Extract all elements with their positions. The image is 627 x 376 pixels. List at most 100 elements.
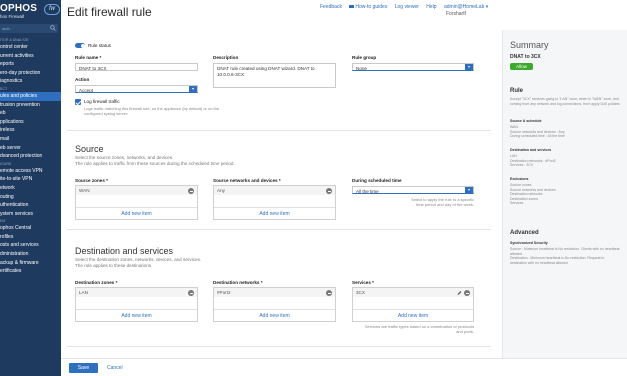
how-to-guides-link[interactable]: How-to guides xyxy=(355,4,387,10)
description-textarea[interactable]: DNAT rule created using DNAT wizard. DNA… xyxy=(213,63,336,88)
section-divider xyxy=(67,229,491,230)
sidebar-nav: ITOR & ANALYZE ontrol center urrent acti… xyxy=(0,37,61,276)
sidebar-item-control-center[interactable]: ontrol center xyxy=(0,43,61,52)
sidebar-item-authentication[interactable]: uthentication xyxy=(0,201,61,210)
source-desc-2: The rule applies to traffic from these s… xyxy=(75,161,235,166)
sidebar-item-wireless[interactable]: ireless xyxy=(0,126,61,135)
sidebar-item-sophos-central[interactable]: ophos Central xyxy=(0,224,61,233)
search-placeholder: arch xyxy=(2,26,10,31)
action-label: Action xyxy=(75,77,90,82)
log-traffic-checkbox[interactable] xyxy=(75,99,81,105)
destination-zones-list: LAN Add new item xyxy=(75,287,198,322)
sidebar-item-zero-day-protection[interactable]: ero-day protection xyxy=(0,69,61,78)
search-icon xyxy=(50,25,56,31)
top-links: Feedback How-to guides Log viewer Help a… xyxy=(320,4,494,12)
destination-network-value: #Port2 xyxy=(217,290,231,295)
summary-panel: Summary DNAT to 3CX Allow Rule Accept "3… xyxy=(502,30,627,358)
list-item: 3CX xyxy=(353,288,473,297)
product-badge: fw xyxy=(44,4,60,15)
description-label: Description xyxy=(213,55,239,60)
sidebar-item-hosts-and-services[interactable]: osts and services xyxy=(0,241,61,250)
summary-rule-name: DNAT to 3CX xyxy=(510,54,541,60)
action-value: Accept xyxy=(79,87,94,93)
summary-sync-text: Source : Minimum heartbeat is No restric… xyxy=(510,247,620,265)
source-zones-list: WAN Add new item xyxy=(75,185,198,220)
page-title: Edit firewall rule xyxy=(67,5,152,19)
add-source-network-button[interactable]: Add new item xyxy=(214,207,335,219)
sidebar-item-web[interactable]: eb xyxy=(0,109,61,118)
rule-name-label: Rule name * xyxy=(75,55,102,60)
sidebar-search-input[interactable]: arch xyxy=(0,24,58,33)
remove-icon[interactable] xyxy=(326,290,332,296)
remove-icon[interactable] xyxy=(188,188,194,194)
sidebar-item-routing[interactable]: outing xyxy=(0,193,61,202)
schedule-label: During scheduled time xyxy=(352,178,402,183)
summary-destination-heading: Destination and services xyxy=(510,148,552,152)
add-service-button[interactable]: Add new item xyxy=(353,309,473,321)
help-link[interactable]: Help xyxy=(426,4,436,10)
rule-group-value: None xyxy=(356,65,367,71)
sidebar-item-reports[interactable]: eports xyxy=(0,60,61,69)
brand-subtitle: hos Firewall xyxy=(0,14,25,19)
summary-source-heading: Source & schedule xyxy=(510,119,542,123)
destination-networks-list: #Port2 Add new item xyxy=(213,287,336,322)
sidebar-item-advanced-protection[interactable]: dvanced protection xyxy=(0,152,61,161)
chevron-down-icon xyxy=(189,86,197,92)
footer-bar: Save Cancel xyxy=(61,358,627,376)
sidebar-item-applications[interactable]: pplications xyxy=(0,118,61,127)
remove-icon[interactable] xyxy=(188,290,194,296)
summary-rule-text: Accept "3CX" services going to "LAN" zon… xyxy=(510,97,620,106)
rule-group-label: Rule group xyxy=(352,55,377,60)
rule-status-label: Rule status xyxy=(88,43,111,48)
source-title: Source xyxy=(75,144,104,154)
destination-zone-value: LAN xyxy=(79,290,88,295)
save-button[interactable]: Save xyxy=(69,363,98,373)
sidebar-item-web-server[interactable]: eb server xyxy=(0,144,61,153)
cancel-button[interactable]: Cancel xyxy=(107,363,123,373)
sidebar-item-rules-and-policies[interactable]: ules and policies xyxy=(0,91,61,101)
add-destination-zone-button[interactable]: Add new item xyxy=(76,309,197,321)
schedule-value: All the time xyxy=(356,188,379,194)
sidebar-item-system-services[interactable]: ystem services xyxy=(0,210,61,219)
rule-group-select[interactable]: None xyxy=(352,63,474,71)
section-divider xyxy=(67,346,491,347)
add-source-zone-button[interactable]: Add new item xyxy=(76,207,197,219)
rule-status-toggle[interactable] xyxy=(75,43,85,48)
log-viewer-link[interactable]: Log viewer xyxy=(395,4,419,10)
action-select[interactable]: Accept xyxy=(75,85,198,93)
destination-zones-label: Destination zones * xyxy=(75,280,118,285)
sidebar-item-intrusion-prevention[interactable]: trusion prevention xyxy=(0,101,61,110)
list-item: #Port2 xyxy=(214,288,335,297)
source-zone-value: WAN xyxy=(79,188,90,193)
sidebar-item-current-activities[interactable]: urrent activities xyxy=(0,52,61,61)
schedule-select[interactable]: All the time xyxy=(352,186,474,194)
feedback-link[interactable]: Feedback xyxy=(320,4,342,10)
section-divider xyxy=(67,130,491,131)
chevron-down-icon xyxy=(465,187,473,193)
destination-desc-2: The rule applies to these destinations. xyxy=(75,263,153,268)
sidebar-item-network[interactable]: etwork xyxy=(0,184,61,193)
list-item: WAN xyxy=(76,186,197,195)
main-form: Rule status Rule name * DNAT to 3CX Acti… xyxy=(61,30,491,358)
sidebar-item-site-to-site-vpn[interactable]: ite-to-site VPN xyxy=(0,175,61,184)
rule-name-input[interactable]: DNAT to 3CX xyxy=(75,63,198,71)
sidebar-item-diagnostics[interactable]: iagnostics xyxy=(0,77,61,86)
sidebar-item-email[interactable]: mail xyxy=(0,135,61,144)
destination-networks-label: Destination networks * xyxy=(213,280,263,285)
sidebar-item-certificates[interactable]: ertificates xyxy=(0,267,61,276)
summary-source-text: WAN Source networks and devices : Any Du… xyxy=(510,125,565,138)
sidebar-item-profiles[interactable]: rofiles xyxy=(0,233,61,242)
remove-icon[interactable] xyxy=(464,290,470,296)
add-destination-network-button[interactable]: Add new item xyxy=(214,309,335,321)
summary-sync-heading: Synchronized Security xyxy=(510,241,548,245)
sidebar-item-backup-firmware[interactable]: ackup & firmware xyxy=(0,259,61,268)
user-menu[interactable]: admin@HomeLab ▾ xyxy=(444,4,488,10)
pencil-icon[interactable] xyxy=(457,290,462,296)
sidebar-item-remote-access-vpn[interactable]: emote access VPN xyxy=(0,167,61,176)
summary-advanced-heading: Advanced xyxy=(510,230,539,236)
remove-icon[interactable] xyxy=(326,188,332,194)
sidebar-item-administration[interactable]: dministration xyxy=(0,250,61,259)
video-icon xyxy=(349,5,355,9)
allow-badge: Allow xyxy=(510,63,533,70)
list-item: Any xyxy=(214,186,335,195)
